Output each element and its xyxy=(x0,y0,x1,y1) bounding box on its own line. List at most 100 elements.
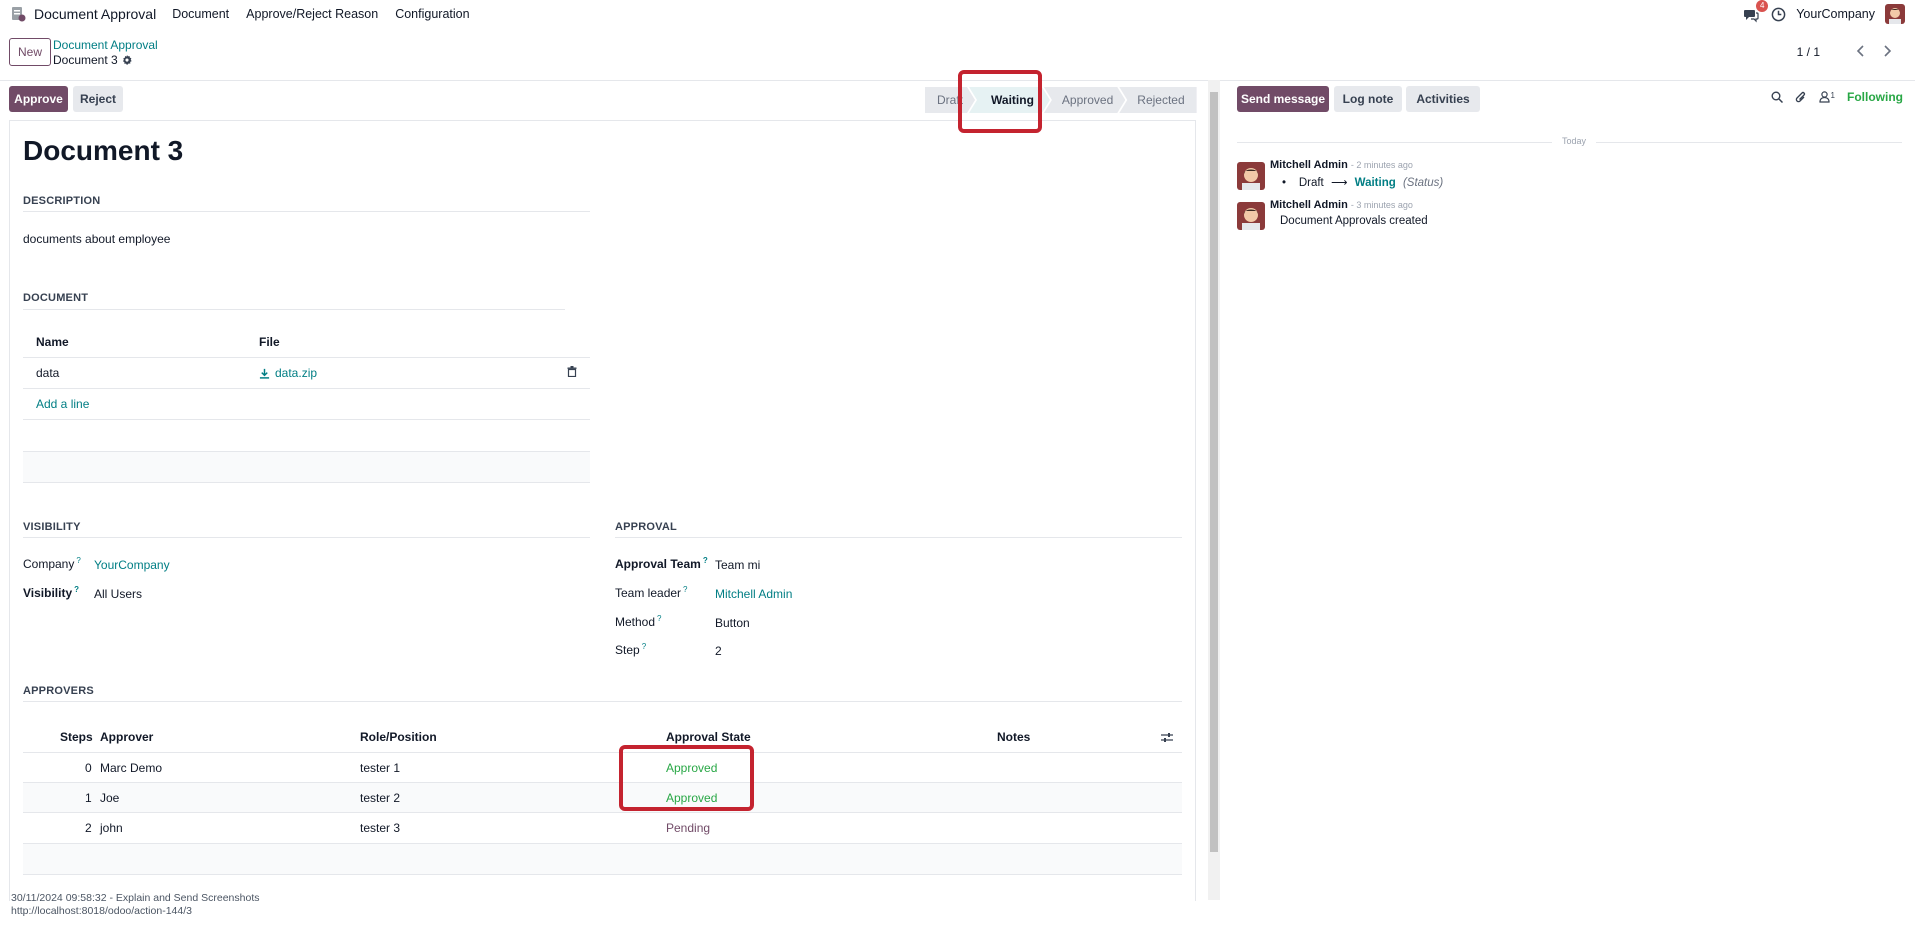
approvers-divider xyxy=(23,701,1182,702)
approver-column-notes[interactable]: Notes xyxy=(997,730,1030,744)
team-leader-label-text: Team leader xyxy=(615,586,682,600)
user-icon xyxy=(1818,91,1830,103)
breadcrumb-current: Document 3 xyxy=(53,53,132,67)
doc-column-name[interactable]: Name xyxy=(36,335,69,349)
menu-document[interactable]: Document xyxy=(172,7,229,21)
author-avatar[interactable] xyxy=(1237,162,1265,190)
method-value[interactable]: Button xyxy=(715,616,750,630)
team-leader-help[interactable]: ? xyxy=(683,585,687,594)
doc-row-name[interactable]: data xyxy=(36,366,59,380)
message-count-badge: 4 xyxy=(1756,0,1769,12)
followers-button[interactable]: 1 xyxy=(1818,91,1835,103)
team-leader-value[interactable]: Mitchell Admin xyxy=(715,587,792,601)
method-help[interactable]: ? xyxy=(657,614,661,623)
approver-step: 2 xyxy=(85,821,92,835)
trash-icon[interactable] xyxy=(567,366,577,377)
user-avatar[interactable] xyxy=(1885,4,1905,24)
download-icon xyxy=(259,368,270,379)
tracking-new-value: Waiting xyxy=(1354,177,1396,189)
form-sheet: Document 3 DESCRIPTION documents about e… xyxy=(9,120,1196,901)
description-divider xyxy=(23,211,590,212)
approval-divider xyxy=(615,537,1182,538)
approver-role: tester 3 xyxy=(360,821,401,835)
table-row-stripe xyxy=(23,783,1182,812)
app-icon[interactable] xyxy=(10,6,26,22)
approver-column-approver[interactable]: Approver xyxy=(100,730,153,744)
message-body: Document Approvals created xyxy=(1280,215,1428,227)
footer-timestamp: 30/11/2024 09:58:32 - Explain and Send S… xyxy=(11,892,260,904)
search-icon[interactable] xyxy=(1771,91,1783,103)
clock-icon[interactable] xyxy=(1771,7,1786,22)
messaging-menu[interactable]: 4 xyxy=(1743,0,1769,23)
pager-next-button[interactable] xyxy=(1875,40,1899,62)
doc-row-file[interactable]: data.zip xyxy=(259,366,317,380)
step-value[interactable]: 2 xyxy=(715,644,722,658)
document-title[interactable]: Document 3 xyxy=(23,135,183,167)
approver-row-divider xyxy=(23,812,1182,813)
tracking-field: (Status) xyxy=(1402,177,1444,189)
approval-team-value[interactable]: Team mi xyxy=(715,558,760,572)
screenshot-footer: 30/11/2024 09:58:32 - Explain and Send S… xyxy=(11,892,260,918)
approver-empty-row xyxy=(23,844,1182,875)
approver-role: tester 1 xyxy=(360,761,401,775)
doc-header-divider xyxy=(23,357,590,358)
company-help[interactable]: ? xyxy=(76,556,80,565)
company-switcher[interactable]: YourCompany xyxy=(1796,7,1875,21)
arrow-right-icon: ⟶ xyxy=(1330,177,1348,189)
tracking-value: • Draft ⟶ Waiting (Status) xyxy=(1282,175,1443,189)
add-line-button[interactable]: Add a line xyxy=(36,397,89,411)
chatter-toolbar: 1 Following xyxy=(1771,90,1903,104)
author-avatar[interactable] xyxy=(1237,202,1265,230)
stage-approved[interactable]: Approved xyxy=(1044,87,1125,113)
approver-name: Joe xyxy=(100,791,120,805)
visibility-section-title: VISIBILITY xyxy=(23,521,81,533)
company-label-text: Company xyxy=(23,557,75,571)
gear-icon[interactable] xyxy=(122,55,132,65)
chevron-right-icon xyxy=(1884,45,1892,57)
scrollbar-thumb[interactable] xyxy=(1210,92,1218,852)
new-button[interactable]: New xyxy=(9,38,51,66)
stage-rejected[interactable]: Rejected xyxy=(1119,87,1197,113)
log-note-button[interactable]: Log note xyxy=(1334,86,1402,112)
doc-row-divider xyxy=(23,388,590,389)
method-label-text: Method xyxy=(615,615,656,629)
approver-name: john xyxy=(100,821,123,835)
company-value[interactable]: YourCompany xyxy=(94,558,170,572)
doc-column-file[interactable]: File xyxy=(259,335,280,349)
paperclip-icon[interactable] xyxy=(1795,91,1807,104)
doc-file-name: data.zip xyxy=(275,366,318,380)
reject-button[interactable]: Reject xyxy=(73,86,123,112)
document-section-title: DOCUMENT xyxy=(23,292,89,304)
chatter-panel: Send message Log note Activities 1 Follo… xyxy=(1222,80,1915,900)
following-button[interactable]: Following xyxy=(1847,90,1903,104)
approver-column-steps[interactable]: Steps xyxy=(60,730,93,744)
breadcrumb-parent[interactable]: Document Approval xyxy=(53,38,158,52)
pager-value[interactable]: 1 / 1 xyxy=(1797,45,1820,59)
menu-configuration[interactable]: Configuration xyxy=(395,7,469,21)
highlight-approved-states xyxy=(619,745,754,811)
today-label: Today xyxy=(1552,136,1597,146)
message-author[interactable]: Mitchell Admin - 2 minutes ago xyxy=(1270,159,1413,171)
approval-team-help[interactable]: ? xyxy=(703,556,708,565)
menu-approve-reject-reason[interactable]: Approve/Reject Reason xyxy=(246,7,378,21)
form-scrollbar[interactable] xyxy=(1208,80,1220,900)
step-help[interactable]: ? xyxy=(642,642,646,651)
app-name[interactable]: Document Approval xyxy=(34,6,156,22)
visibility-help[interactable]: ? xyxy=(74,585,79,594)
visibility-value[interactable]: All Users xyxy=(94,587,142,601)
pager-previous-button[interactable] xyxy=(1849,40,1873,62)
approver-column-state[interactable]: Approval State xyxy=(666,730,751,744)
approve-button[interactable]: Approve xyxy=(9,86,68,112)
description-section-title: DESCRIPTION xyxy=(23,195,101,207)
send-message-button[interactable]: Send message xyxy=(1237,86,1329,112)
follower-count: 1 xyxy=(1830,91,1835,100)
top-navbar: Document Approval Document Approve/Rejec… xyxy=(0,0,1915,28)
step-label: Step? xyxy=(615,642,646,657)
visibility-label: Visibility? xyxy=(23,585,79,600)
description-text[interactable]: documents about employee xyxy=(23,232,170,246)
breadcrumb-current-label: Document 3 xyxy=(53,53,118,67)
optional-columns-icon[interactable] xyxy=(1161,732,1173,743)
message-author[interactable]: Mitchell Admin - 3 minutes ago xyxy=(1270,199,1413,211)
activities-button[interactable]: Activities xyxy=(1406,86,1480,112)
approver-column-role[interactable]: Role/Position xyxy=(360,730,437,744)
